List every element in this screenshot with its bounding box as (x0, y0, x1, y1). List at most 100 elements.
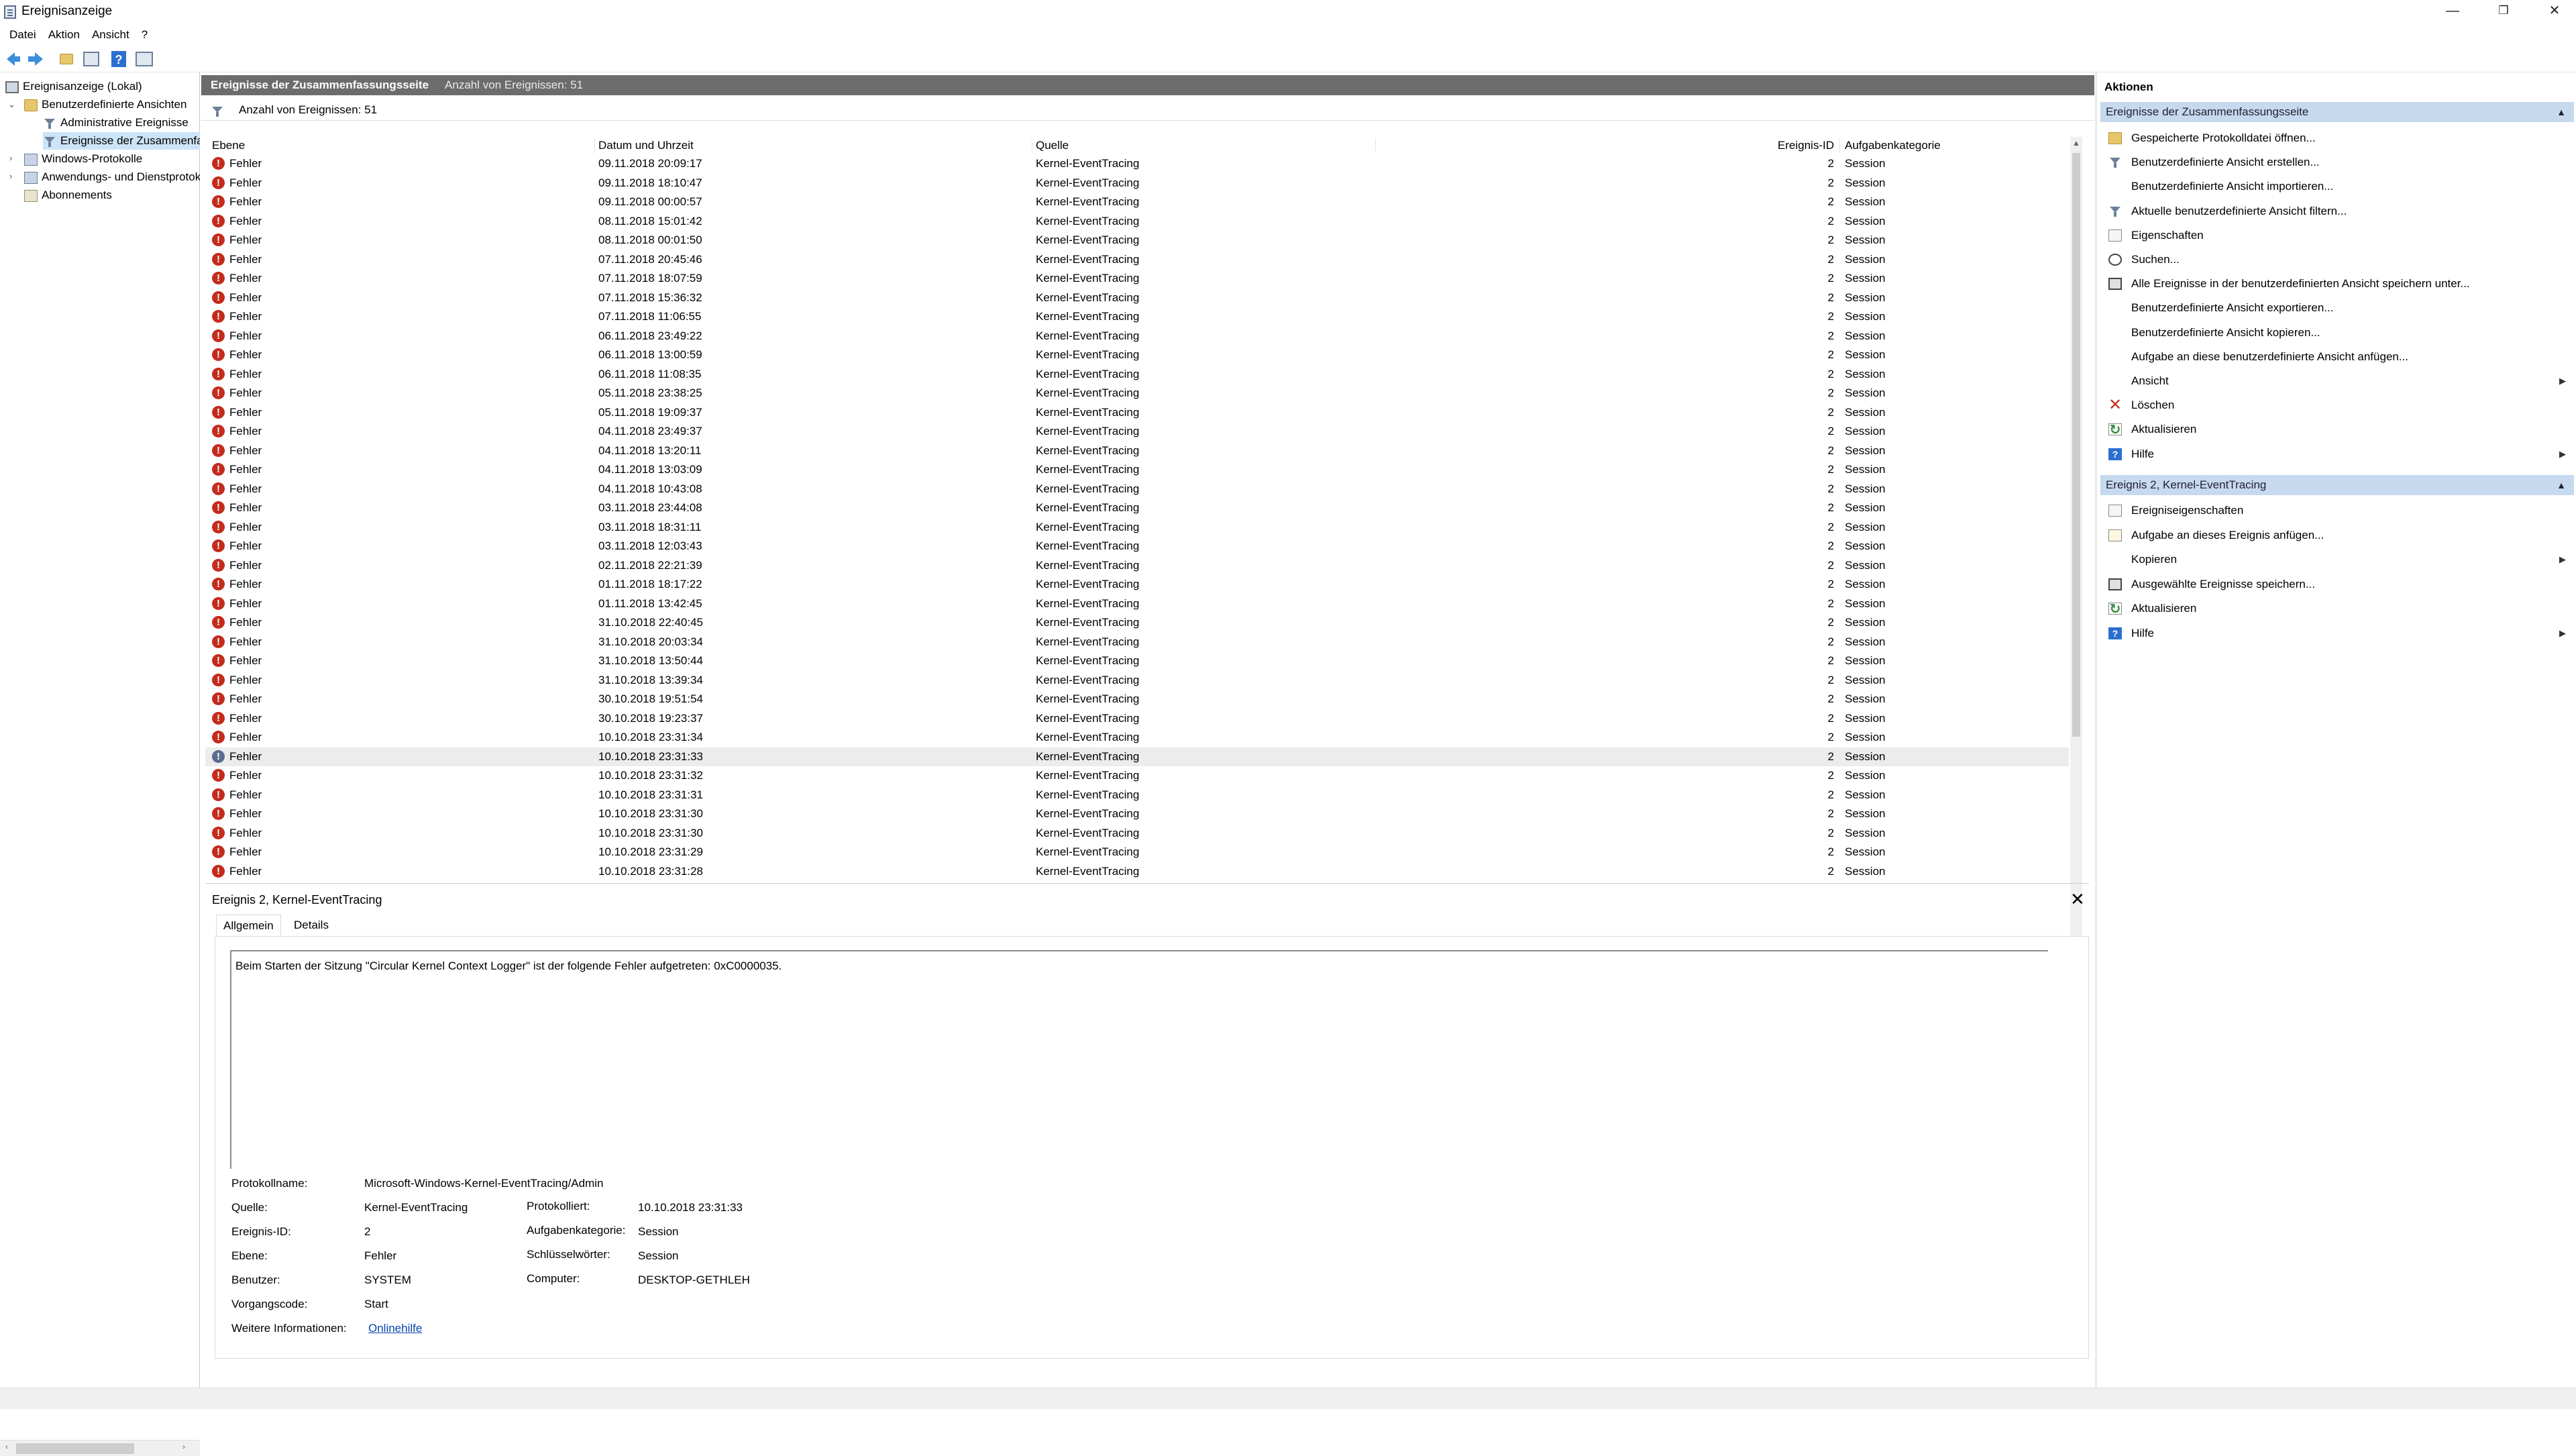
table-row[interactable]: ! Fehler 07.11.2018 18:07:59 Kernel-EventTr… (205, 269, 2069, 289)
tab-general[interactable]: Allgemein (216, 915, 281, 936)
tree-node-windows-logs[interactable]: Windows-Protokolle (24, 150, 142, 168)
table-row[interactable]: ! Fehler 06.11.2018 13:00:59 Kernel-EventTr… (205, 346, 2069, 365)
table-row[interactable]: ! Fehler 01.11.2018 18:17:22 Kernel-EventTr… (205, 575, 2069, 594)
table-row[interactable]: ! Fehler 04.11.2018 13:03:09 Kernel-EventTr… (205, 460, 2069, 480)
action-item[interactable]: Gespeicherte Protokolldatei öffnen... (2100, 126, 2574, 150)
chevron-down-icon[interactable]: ⌄ (8, 99, 15, 110)
filter-icon[interactable] (211, 105, 224, 117)
table-row[interactable]: ! Fehler 01.11.2018 13:42:45 Kernel-EventTr… (205, 594, 2069, 614)
table-row[interactable]: ! Fehler 09.11.2018 00:00:57 Kernel-EventTr… (205, 193, 2069, 212)
table-row[interactable]: ! Fehler 07.11.2018 11:06:55 Kernel-EventTr… (205, 307, 2069, 327)
action-item[interactable]: Benutzerdefinierte Ansicht kopieren... (2100, 321, 2574, 345)
action-item[interactable]: ? Hilfe ▶ (2100, 442, 2574, 466)
table-row[interactable]: ! Fehler 03.11.2018 12:03:43 Kernel-EventTr… (205, 537, 2069, 556)
table-row[interactable]: ! Fehler 31.10.2018 20:03:34 Kernel-EventTr… (205, 633, 2069, 652)
tree-horizontal-scrollbar[interactable]: ‹ › (0, 1440, 200, 1456)
table-row[interactable]: ! Fehler 02.11.2018 22:21:39 Kernel-EventTr… (205, 556, 2069, 576)
action-item[interactable]: Benutzerdefinierte Ansicht erstellen... (2100, 150, 2574, 174)
event-message-box[interactable]: Beim Starten der Sitzung "Circular Kerne… (230, 950, 2048, 1169)
tree-node-subscriptions[interactable]: Abonnements (24, 187, 112, 204)
back-arrow-icon[interactable] (5, 50, 23, 68)
table-row[interactable]: ! Fehler 06.11.2018 23:49:22 Kernel-EventTr… (205, 327, 2069, 346)
scrollbar-thumb[interactable] (16, 1443, 134, 1454)
scroll-left-icon[interactable]: ‹ (5, 1442, 8, 1451)
help-icon[interactable]: ? (111, 51, 126, 67)
table-row[interactable]: ! Fehler 03.11.2018 18:31:11 Kernel-EventTr… (205, 518, 2069, 537)
action-item[interactable]: Aufgabe an diese benutzerdefinierte Ansi… (2100, 345, 2574, 369)
action-item[interactable]: Ereigniseigenschaften (2100, 499, 2574, 523)
chevron-right-icon[interactable]: › (9, 171, 12, 181)
table-row[interactable]: ! Fehler 07.11.2018 15:36:32 Kernel-EventTr… (205, 289, 2069, 308)
collapse-icon[interactable]: ▲ (2557, 102, 2566, 122)
table-row[interactable]: ! Fehler 31.10.2018 13:50:44 Kernel-EventTr… (205, 652, 2069, 671)
action-item[interactable]: Kopieren ▶ (2100, 548, 2574, 572)
column-header-task-category[interactable]: Aufgabenkategorie (1845, 137, 1941, 154)
table-row[interactable]: ! Fehler 03.11.2018 23:44:08 Kernel-EventTr… (205, 499, 2069, 518)
action-item[interactable]: Alle Ereignisse in der benutzerdefiniert… (2100, 272, 2574, 296)
table-row[interactable]: ! Fehler 09.11.2018 18:10:47 Kernel-EventTr… (205, 174, 2069, 193)
table-row[interactable]: ! Fehler 30.10.2018 19:51:54 Kernel-EventTr… (205, 690, 2069, 709)
action-item[interactable]: Ausgewählte Ereignisse speichern... (2100, 572, 2574, 596)
table-row[interactable]: ! Fehler 07.11.2018 20:45:46 Kernel-EventTr… (205, 250, 2069, 270)
maximize-button[interactable]: ❐ (2485, 0, 2522, 23)
actions-section-event[interactable]: Ereignis 2, Kernel-EventTracing ▲ (2100, 475, 2574, 495)
action-item[interactable]: Aufgabe an dieses Ereignis anfügen... (2100, 523, 2574, 548)
tree-node-app-service-logs[interactable]: Anwendungs- und Dienstprotokolle (24, 168, 200, 186)
table-row[interactable]: ! Fehler 06.11.2018 11:08:35 Kernel-EventTr… (205, 365, 2069, 384)
table-row[interactable]: ! Fehler 04.11.2018 10:43:08 Kernel-EventTr… (205, 480, 2069, 499)
menu-datei[interactable]: Datei (0, 24, 42, 46)
minimize-button[interactable]: — (2434, 0, 2471, 23)
table-row[interactable]: ! Fehler 10.10.2018 23:31:33 Kernel-EventTr… (205, 747, 2069, 766)
table-row[interactable]: ! Fehler 10.10.2018 23:31:32 Kernel-EventTr… (205, 766, 2069, 786)
action-item[interactable]: Eigenschaften (2100, 223, 2574, 248)
action-pane-icon[interactable] (136, 52, 153, 66)
column-header-datetime[interactable]: Datum und Uhrzeit (598, 137, 694, 154)
action-item[interactable]: Ansicht ▶ (2100, 369, 2574, 393)
table-row[interactable]: ! Fehler 30.10.2018 19:23:37 Kernel-EventTr… (205, 709, 2069, 729)
action-item[interactable]: Aktuelle benutzerdefinierte Ansicht filt… (2100, 199, 2574, 223)
table-row[interactable]: ! Fehler 04.11.2018 13:20:11 Kernel-EventTr… (205, 441, 2069, 461)
tree-node-root[interactable]: Ereignisanzeige (Lokal) (5, 78, 142, 95)
action-item[interactable]: ↻ Aktualisieren (2100, 417, 2574, 441)
table-row[interactable]: ! Fehler 10.10.2018 23:31:29 Kernel-EventTr… (205, 843, 2069, 862)
table-row[interactable]: ! Fehler 08.11.2018 00:01:50 Kernel-EventTr… (205, 231, 2069, 250)
column-header-source[interactable]: Quelle (1036, 137, 1069, 154)
table-row[interactable]: ! Fehler 05.11.2018 19:09:37 Kernel-EventTr… (205, 403, 2069, 423)
collapse-icon[interactable]: ▲ (2557, 475, 2566, 495)
detail-close-button[interactable]: ✕ (2070, 889, 2085, 910)
table-row[interactable]: ! Fehler 10.10.2018 23:31:34 Kernel-EventTr… (205, 728, 2069, 747)
table-row[interactable]: ! Fehler 10.10.2018 23:31:28 Kernel-EventTr… (205, 862, 2069, 882)
chevron-right-icon[interactable]: › (9, 153, 12, 163)
close-button[interactable]: ✕ (2536, 0, 2573, 23)
online-help-link[interactable]: Onlinehilfe (368, 1322, 422, 1335)
column-header-event-id[interactable]: Ereignis-ID (1660, 137, 1834, 154)
table-row[interactable]: ! Fehler 09.11.2018 20:09:17 Kernel-EventTr… (205, 154, 2069, 174)
menu-help[interactable]: ? (136, 24, 154, 46)
table-row[interactable]: ! Fehler 10.10.2018 23:31:30 Kernel-EventTr… (205, 804, 2069, 824)
action-item[interactable]: Suchen... (2100, 248, 2574, 272)
tab-details[interactable]: Details (288, 915, 334, 936)
column-header-level[interactable]: Ebene (212, 137, 245, 154)
table-row[interactable]: ! Fehler 10.10.2018 23:31:30 Kernel-EventTr… (205, 824, 2069, 843)
actions-section-view[interactable]: Ereignisse der Zusammenfassungsseite ▲ (2100, 102, 2574, 122)
scroll-right-icon[interactable]: › (182, 1442, 185, 1451)
folder-up-icon[interactable] (58, 50, 75, 68)
table-row[interactable]: ! Fehler 05.11.2018 23:38:25 Kernel-EventTr… (205, 384, 2069, 403)
tree-node-admin-events[interactable]: Administrative Ereignisse (43, 114, 189, 132)
table-row[interactable]: ! Fehler 31.10.2018 22:40:45 Kernel-EventTr… (205, 613, 2069, 633)
forward-arrow-icon[interactable] (27, 50, 44, 68)
scroll-up-icon[interactable]: ▲ (2072, 138, 2080, 148)
table-row[interactable]: ! Fehler 08.11.2018 15:01:42 Kernel-EventTr… (205, 212, 2069, 231)
console-tree-icon[interactable] (83, 52, 99, 66)
menu-aktion[interactable]: Aktion (42, 24, 86, 46)
tree-node-custom-views[interactable]: Benutzerdefinierte Ansichten (24, 96, 186, 113)
menu-ansicht[interactable]: Ansicht (86, 24, 136, 46)
action-item[interactable]: Benutzerdefinierte Ansicht importieren..… (2100, 174, 2574, 199)
action-item[interactable]: ? Hilfe ▶ (2100, 621, 2574, 645)
table-row[interactable]: ! Fehler 31.10.2018 13:39:34 Kernel-EventTr… (205, 671, 2069, 690)
table-row[interactable]: ! Fehler 04.11.2018 23:49:37 Kernel-EventTr… (205, 422, 2069, 441)
events-vertical-scrollbar[interactable]: ▲ ▼ (2070, 137, 2082, 949)
action-item[interactable]: ↻ Aktualisieren (2100, 596, 2574, 621)
table-row[interactable]: ! Fehler 10.10.2018 23:31:31 Kernel-EventTr… (205, 786, 2069, 805)
tree-node-summary-events[interactable]: Ereignisse der Zusammenfassungsseite (43, 132, 200, 150)
